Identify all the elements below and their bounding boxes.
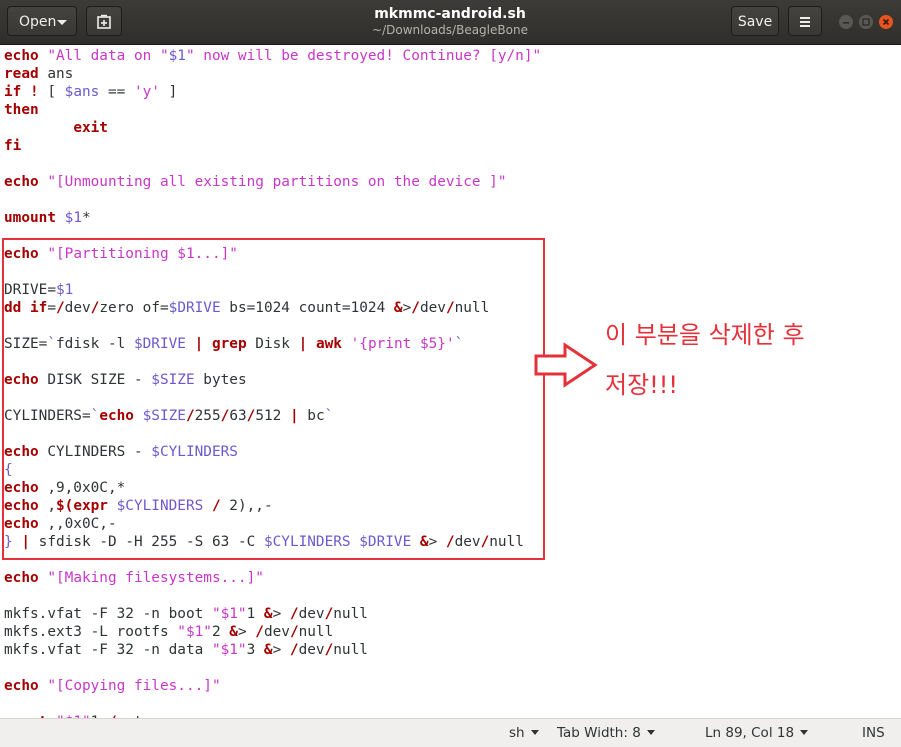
chevron-down-icon: [530, 730, 539, 735]
tab-width-selector[interactable]: Tab Width: 8: [557, 723, 655, 743]
cursor-position-label: Ln 89, Col 18: [705, 725, 795, 741]
minimize-window-button[interactable]: [839, 15, 853, 29]
hamburger-menu-icon: [800, 17, 810, 27]
maximize-window-button[interactable]: [859, 15, 873, 29]
code-line[interactable]: echo "[Making filesystems...]": [4, 569, 264, 587]
annotation-text-line-1: 이 부분을 삭제한 후: [605, 321, 805, 349]
code-line[interactable]: if ! [ $ans == 'y' ]: [4, 83, 177, 101]
code-line[interactable]: exit: [4, 119, 108, 137]
right-arrow-icon: [534, 342, 598, 388]
insert-mode-indicator[interactable]: INS: [862, 723, 885, 743]
tab-width-label: Tab Width: 8: [557, 725, 641, 741]
language-selector[interactable]: sh: [509, 723, 539, 743]
code-line[interactable]: mkfs.vfat -F 32 -n data "$1"3 &> /dev/nu…: [4, 641, 368, 659]
open-button-label: Open: [19, 14, 57, 30]
status-bar: sh Tab Width: 8 Ln 89, Col 18 INS: [0, 718, 901, 747]
insert-mode-label: INS: [862, 725, 885, 741]
open-button[interactable]: Open: [7, 6, 77, 36]
document-title: mkmmc-android.sh: [374, 6, 526, 22]
code-line[interactable]: echo "[Copying files...]": [4, 677, 221, 695]
hamburger-menu-button[interactable]: [788, 6, 822, 36]
header-bar: Open mkmmc-android.sh ~/Downloads/Beagle…: [0, 0, 901, 45]
save-button-label: Save: [737, 14, 773, 30]
chevron-down-icon: [57, 20, 67, 25]
code-line[interactable]: echo "[Unmounting all existing partition…: [4, 173, 507, 191]
annotation-highlight-box: [2, 238, 545, 560]
close-icon: [882, 18, 890, 26]
language-label: sh: [509, 725, 525, 741]
maximize-icon: [862, 18, 870, 26]
new-document-icon: [97, 14, 111, 29]
minimize-icon: [843, 22, 849, 24]
chevron-down-icon: [646, 730, 655, 735]
code-line[interactable]: mkfs.ext3 -L rootfs "$1"2 &> /dev/null: [4, 623, 333, 641]
code-line[interactable]: echo "All data on "$1" now will be destr…: [4, 47, 541, 65]
chevron-down-icon: [800, 730, 809, 735]
new-document-button[interactable]: [86, 6, 122, 36]
text-editor[interactable]: echo "All data on "$1" now will be destr…: [0, 45, 901, 718]
code-line[interactable]: mkfs.vfat -F 32 -n boot "$1"1 &> /dev/nu…: [4, 605, 368, 623]
code-line[interactable]: read ans: [4, 65, 73, 83]
window-title: mkmmc-android.sh ~/Downloads/BeagleBone: [300, 6, 600, 38]
cursor-position-selector[interactable]: Ln 89, Col 18: [705, 723, 809, 743]
annotation-text-line-2: 저장!!!: [605, 371, 679, 399]
document-path: ~/Downloads/BeagleBone: [372, 23, 528, 37]
code-line[interactable]: then: [4, 101, 39, 119]
code-line[interactable]: fi: [4, 137, 21, 155]
code-line[interactable]: umount $1*: [4, 209, 91, 227]
save-button[interactable]: Save: [731, 6, 779, 36]
close-window-button[interactable]: [879, 15, 893, 29]
